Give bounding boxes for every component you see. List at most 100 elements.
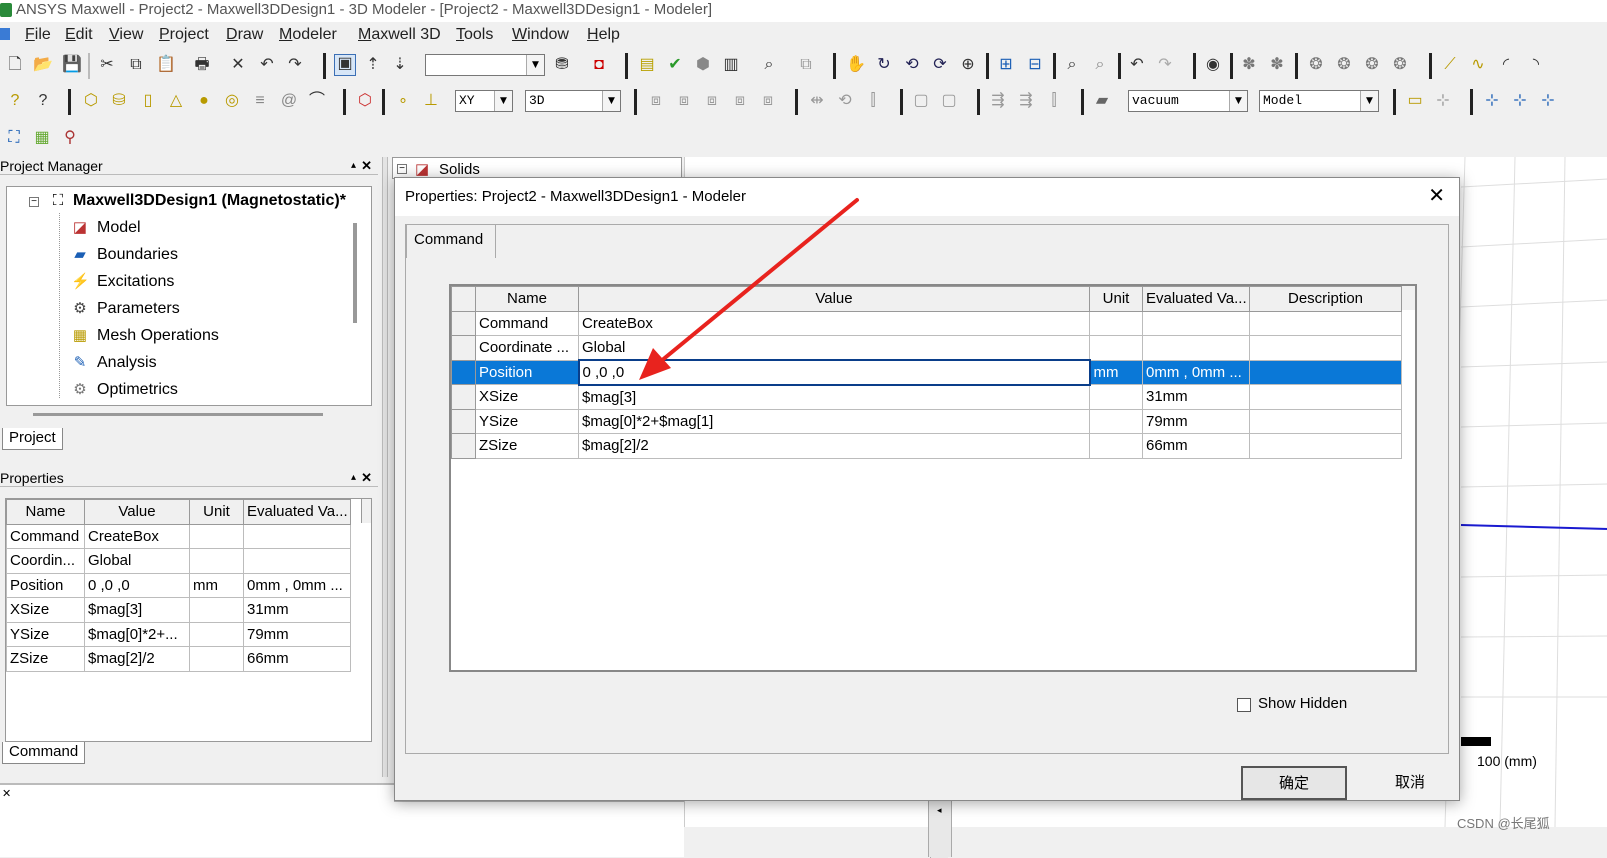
menu-modeler[interactable]: Modeler	[279, 26, 337, 44]
pin-icon[interactable]: ▴	[351, 469, 356, 487]
table-row[interactable]: Position 0 ,0 ,0 mm 0mm , 0mm ...	[6, 572, 351, 598]
cell-value[interactable]: $mag[3]	[84, 597, 190, 623]
col-value[interactable]: Value	[84, 499, 190, 525]
tree-item-analysis[interactable]: Analysis	[97, 353, 157, 373]
menu-view[interactable]: View	[109, 26, 143, 44]
cell-description[interactable]	[1249, 384, 1402, 410]
fit-all-icon[interactable]: ⌕	[1063, 56, 1081, 74]
unite-icon[interactable]: ⧈	[647, 92, 665, 110]
ok-button[interactable]: 确定	[1241, 766, 1347, 800]
check-icon[interactable]: ▤	[638, 56, 656, 74]
menu-tools[interactable]: Tools	[456, 26, 493, 44]
new-file-icon[interactable]: 🗋	[6, 56, 24, 74]
table-row[interactable]: XSize $mag[3] 31mm	[451, 384, 1402, 410]
tree-item-model[interactable]: Model	[97, 218, 141, 238]
show-icon[interactable]: ✽	[1240, 56, 1258, 74]
selection-combo[interactable]: ▼	[425, 54, 545, 76]
plane-icon[interactable]: ⊥	[422, 92, 440, 110]
tree-item-excitations[interactable]: Excitations	[97, 272, 174, 292]
row-header[interactable]	[451, 384, 476, 410]
cell-description[interactable]	[1249, 433, 1402, 459]
select-mode-icon[interactable]: ▣	[334, 54, 356, 76]
plane-combo[interactable]: XY ▼	[455, 90, 513, 112]
cs-2-icon[interactable]: ⊹	[1511, 92, 1529, 110]
intersect-icon[interactable]: ⧈	[703, 92, 721, 110]
subtract-icon[interactable]: ⧈	[675, 92, 693, 110]
collapse-icon[interactable]: −	[29, 197, 39, 207]
col-name[interactable]: Name	[6, 499, 85, 525]
mirror-icon[interactable]: ⫿	[864, 92, 882, 110]
tree-scrollbar[interactable]	[353, 223, 357, 323]
redo-icon[interactable]: ↷	[286, 56, 304, 74]
cell-description[interactable]	[1249, 408, 1402, 434]
context-help-icon[interactable]: ?	[34, 92, 52, 110]
dimension-combo[interactable]: 3D ▼	[525, 90, 621, 112]
menu-file[interactable]: File	[25, 26, 51, 44]
pin-icon[interactable]: ▴	[351, 157, 356, 175]
col-name[interactable]: Name	[475, 286, 579, 312]
cell-unit[interactable]	[189, 597, 244, 623]
table-row[interactable]: YSize $mag[0]*2+... 79mm	[6, 621, 351, 647]
row-header[interactable]	[451, 310, 476, 336]
cell-unit[interactable]	[1089, 408, 1143, 434]
material-icon[interactable]: ▰	[1093, 92, 1111, 110]
cell-unit[interactable]	[189, 523, 244, 549]
panel-splitter[interactable]	[382, 157, 388, 777]
zoom-out-icon[interactable]: ⊟	[1026, 56, 1044, 74]
zoom-icon[interactable]: ⊕	[959, 56, 977, 74]
split-icon[interactable]: ⧈	[759, 92, 777, 110]
point-icon[interactable]: ∘	[394, 92, 412, 110]
menu-edit[interactable]: Edit	[65, 26, 93, 44]
report-icon[interactable]: ▥	[722, 56, 740, 74]
move-icon[interactable]: ⇹	[808, 92, 826, 110]
table-row[interactable]: XSize $mag[3] 31mm	[6, 597, 351, 623]
cell-unit[interactable]	[1089, 335, 1143, 361]
table-row[interactable]: ZSize $mag[2]/2 66mm	[451, 433, 1402, 459]
excitation-icon[interactable]: ⛶	[5, 129, 23, 147]
tree-hscrollbar[interactable]	[33, 413, 323, 416]
delete-icon[interactable]: ✕	[229, 56, 247, 74]
table-row-selected[interactable]: Position 0 ,0 ,0 mm 0mm , 0mm ...	[451, 359, 1402, 386]
box-icon[interactable]: ⬡	[82, 92, 100, 110]
stop-icon[interactable]: ⬢	[694, 56, 712, 74]
filter-icon[interactable]: ⛃	[553, 56, 571, 74]
save-icon[interactable]: 💾	[62, 56, 82, 74]
sphere-icon[interactable]: ●	[195, 92, 213, 110]
bondwire-icon[interactable]: ⌒	[308, 92, 326, 110]
imprint-icon[interactable]: ⧈	[731, 92, 749, 110]
print-icon[interactable]: 🖶	[193, 56, 211, 74]
rotate-icon[interactable]: ↻	[875, 56, 893, 74]
cell-value[interactable]: $mag[0]*2+...	[84, 621, 190, 647]
cell-value[interactable]: CreateBox	[84, 523, 190, 549]
table-row[interactable]: ZSize $mag[2]/2 66mm	[6, 646, 351, 672]
table-row[interactable]: Command CreateBox	[451, 310, 1402, 336]
arc-center-icon[interactable]: ◝	[1527, 56, 1545, 74]
cell-value[interactable]: $mag[2]/2	[84, 646, 190, 672]
cell-value[interactable]: $mag[3]	[578, 384, 1090, 410]
tree-item-mesh-operations[interactable]: Mesh Operations	[97, 326, 219, 346]
cs-1-icon[interactable]: ⊹	[1483, 92, 1501, 110]
boundary-icon[interactable]: ▦	[33, 129, 51, 147]
solution-icon[interactable]: ⚲	[61, 129, 79, 147]
solids-label[interactable]: Solids	[439, 161, 480, 178]
col-evaluated[interactable]: Evaluated Va...	[243, 499, 351, 525]
select-faces-icon[interactable]: ⇡	[364, 56, 382, 74]
spin-icon[interactable]: ⟳	[931, 56, 949, 74]
pan-hand-icon[interactable]: ✋	[846, 56, 866, 74]
undo-view-icon[interactable]: ↶	[1128, 56, 1146, 74]
cell-unit[interactable]	[189, 646, 244, 672]
table-row[interactable]: Command CreateBox	[6, 523, 351, 549]
row-header[interactable]	[451, 408, 476, 434]
spiral-icon[interactable]: @	[280, 92, 298, 110]
model-combo[interactable]: Model ▼	[1259, 90, 1379, 112]
orbit-icon[interactable]: ⟲	[903, 56, 921, 74]
region-icon[interactable]: ⬡	[356, 92, 374, 110]
cell-unit[interactable]	[189, 621, 244, 647]
col-description[interactable]: Description	[1249, 286, 1402, 312]
cone-icon[interactable]: △	[167, 92, 185, 110]
tree-item-optimetrics[interactable]: Optimetrics	[97, 380, 178, 400]
table-row[interactable]: YSize $mag[0]*2+$mag[1] 79mm	[451, 408, 1402, 434]
select-edges-icon[interactable]: ⇣	[391, 56, 409, 74]
duplicate-along-line-icon[interactable]: ⇶	[989, 92, 1007, 110]
redo-view-icon[interactable]: ↷	[1156, 56, 1174, 74]
